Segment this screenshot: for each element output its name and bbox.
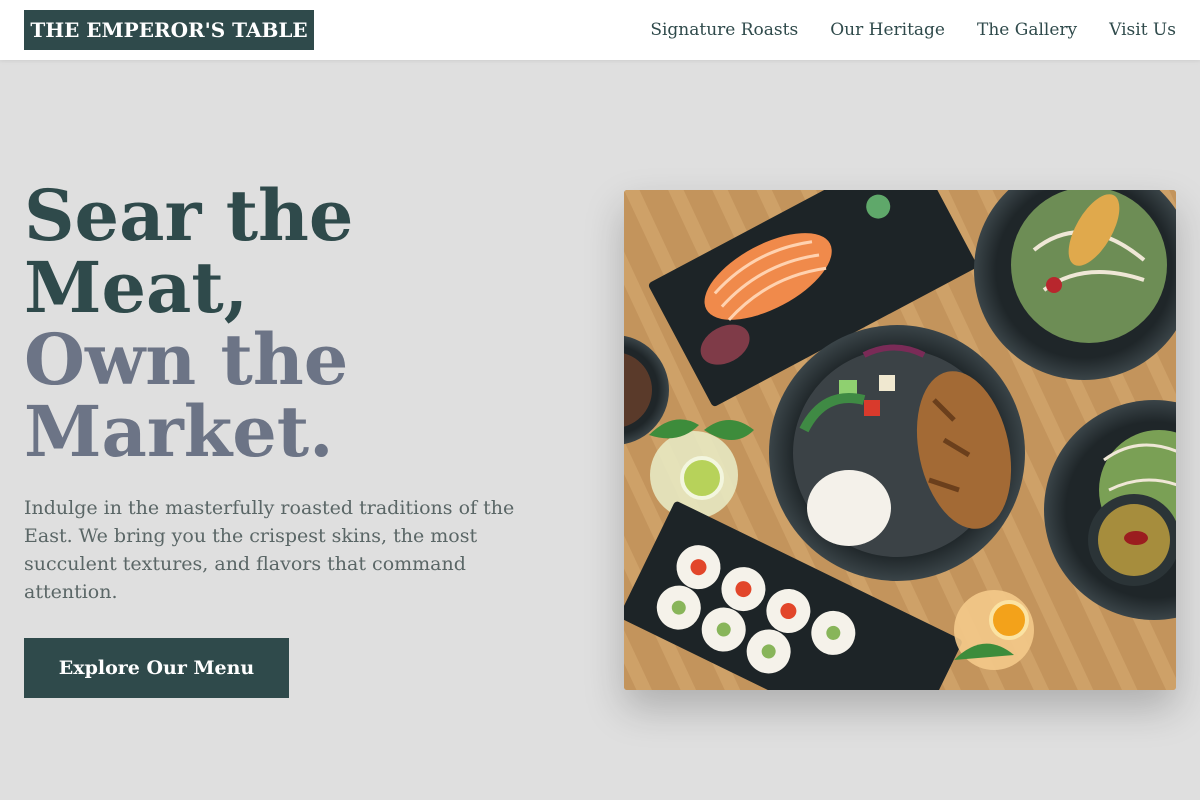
site-header: THE EMPEROR'S TABLE Signature Roasts Our… [0, 0, 1200, 60]
headline-line-4: Market. [24, 390, 334, 473]
main-nav: Signature Roasts Our Heritage The Galler… [650, 0, 1176, 60]
hero-intro-text: Indulge in the masterfully roasted tradi… [24, 497, 515, 603]
nav-link-the-gallery[interactable]: The Gallery [977, 20, 1077, 40]
food-spread-illustration [624, 190, 1176, 690]
nav-link-visit-us[interactable]: Visit Us [1109, 20, 1176, 40]
nav-link-signature-roasts[interactable]: Signature Roasts [650, 20, 798, 40]
headline-line-2: Meat, [24, 246, 249, 329]
explore-menu-button[interactable]: Explore Our Menu [24, 638, 289, 698]
headline-line-1: Sear the [24, 174, 354, 257]
headline-line-3: Own the [24, 318, 349, 401]
hero-headline: Sear the Meat, Own the Market. [24, 180, 353, 468]
nav-link-our-heritage[interactable]: Our Heritage [830, 20, 945, 40]
hero-food-photo [624, 190, 1176, 690]
site-logo[interactable]: THE EMPEROR'S TABLE [24, 10, 314, 50]
